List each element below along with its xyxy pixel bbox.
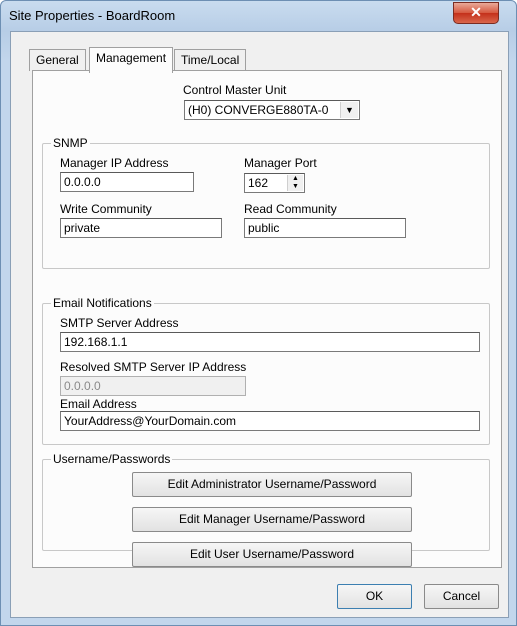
write-community-label: Write Community [60, 202, 152, 216]
close-icon: ✕ [470, 4, 482, 20]
chevron-down-icon[interactable]: ▼ [340, 102, 358, 118]
read-community-field[interactable]: public [244, 218, 406, 238]
resolved-smtp-label: Resolved SMTP Server IP Address [60, 360, 247, 374]
control-master-label: Control Master Unit [183, 83, 287, 97]
manager-ip-label: Manager IP Address [60, 156, 169, 170]
control-master-dropdown[interactable]: (H0) CONVERGE880TA-0 ▼ [184, 100, 360, 120]
dialog-client-area: General Management Time/Local Control Ma… [10, 31, 509, 618]
tab-time-local[interactable]: Time/Local [174, 49, 247, 71]
close-button[interactable]: ✕ [453, 2, 499, 24]
title-bar[interactable]: Site Properties - BoardRoom ✕ [1, 1, 516, 31]
snmp-group: SNMP Manager IP Address 0.0.0.0 Manager … [42, 136, 490, 269]
email-notifications-group: Email Notifications SMTP Server Address … [42, 296, 490, 445]
username-passwords-group: Username/Passwords Edit Administrator Us… [42, 452, 490, 567]
email-group-title: Email Notifications [51, 296, 154, 310]
read-community-label: Read Community [244, 202, 337, 216]
manager-port-stepper[interactable]: 162 ▲ ▼ [244, 173, 305, 193]
management-panel: Control Master Unit (H0) CONVERGE880TA-0… [32, 70, 502, 568]
resolved-smtp-field: 0.0.0.0 [60, 376, 246, 396]
snmp-group-title: SNMP [51, 136, 90, 150]
email-address-field[interactable]: YourAddress@YourDomain.com [60, 411, 480, 431]
tab-general[interactable]: General [29, 49, 86, 71]
manager-ip-field[interactable]: 0.0.0.0 [60, 172, 194, 192]
window-title: Site Properties - BoardRoom [9, 8, 176, 23]
edit-user-button[interactable]: Edit User Username/Password [132, 542, 412, 567]
smtp-server-field[interactable]: 192.168.1.1 [60, 332, 480, 352]
edit-manager-button[interactable]: Edit Manager Username/Password [132, 507, 412, 532]
write-community-field[interactable]: private [60, 218, 222, 238]
tab-management[interactable]: Management [89, 47, 174, 73]
ok-button[interactable]: OK [337, 584, 412, 609]
edit-admin-button[interactable]: Edit Administrator Username/Password [132, 472, 412, 497]
manager-port-label: Manager Port [244, 156, 317, 170]
manager-port-value: 162 [248, 176, 269, 190]
dialog-window: Site Properties - BoardRoom ✕ General Ma… [0, 0, 517, 626]
cancel-button[interactable]: Cancel [424, 584, 499, 609]
smtp-server-label: SMTP Server Address [60, 316, 179, 330]
spin-arrows-icon[interactable]: ▲ ▼ [287, 175, 303, 191]
passwords-group-title: Username/Passwords [51, 452, 173, 466]
email-address-label: Email Address [60, 397, 137, 411]
control-master-value: (H0) CONVERGE880TA-0 [188, 103, 329, 117]
